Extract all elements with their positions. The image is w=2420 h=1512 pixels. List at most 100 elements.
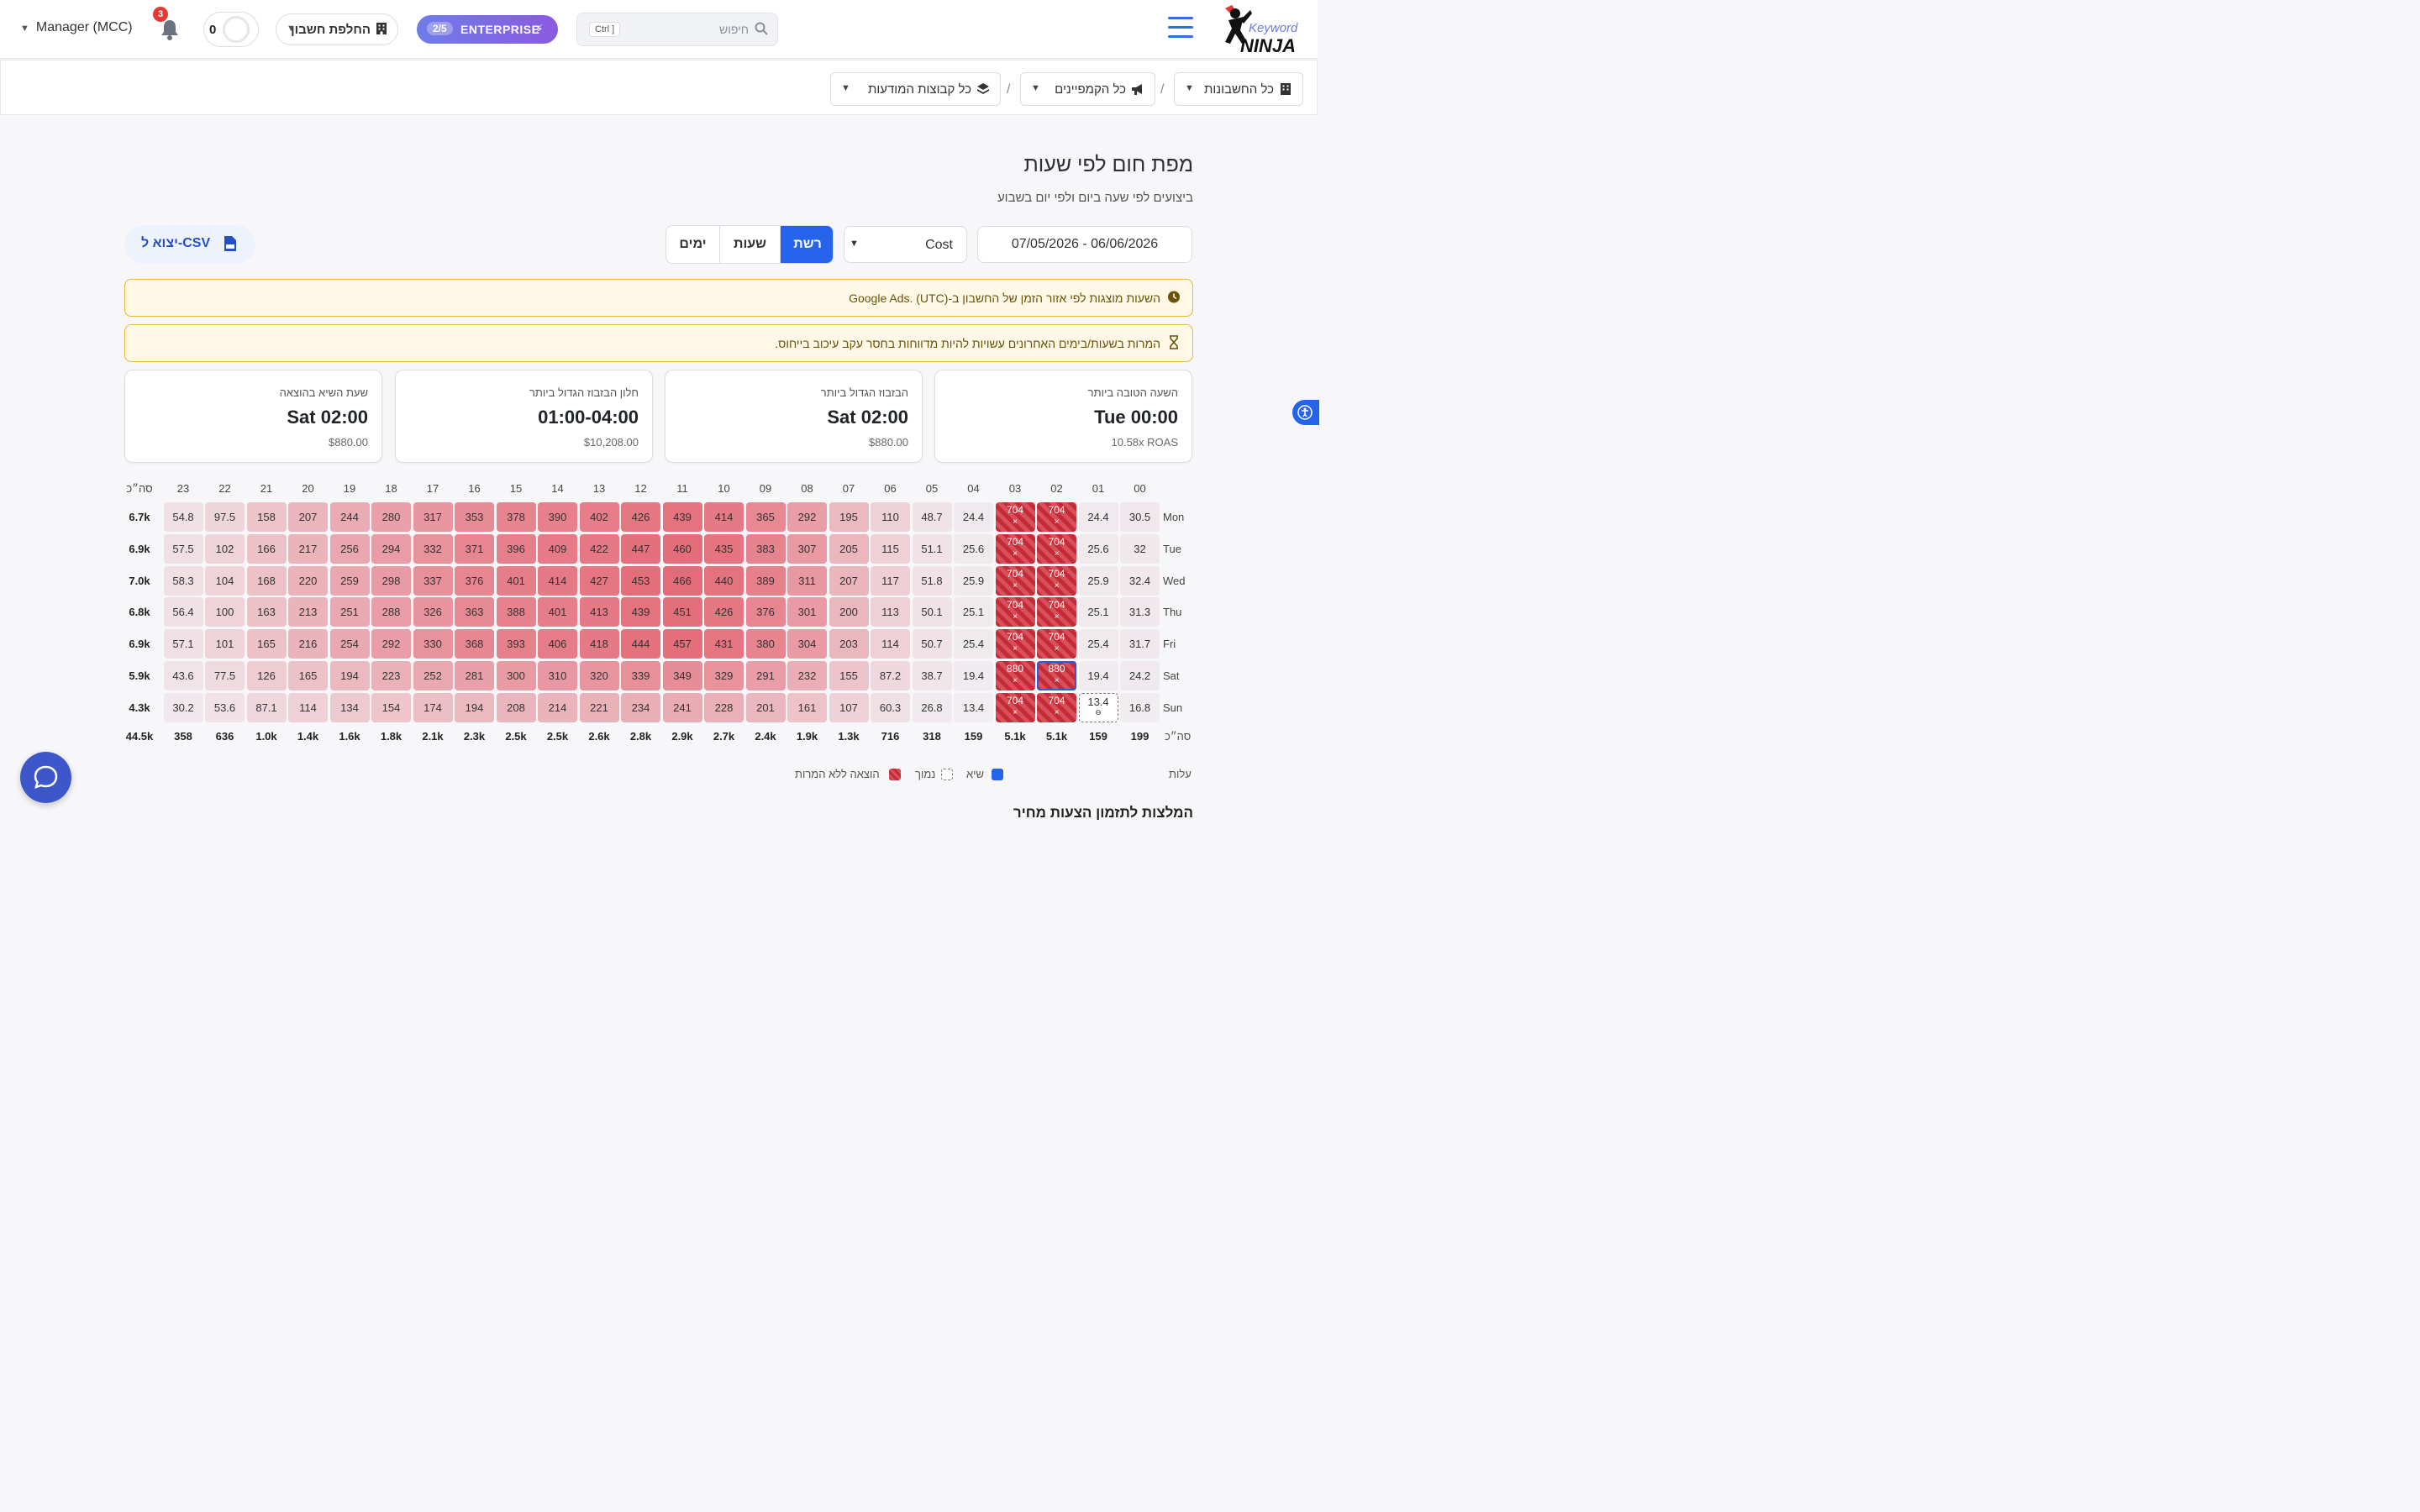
switch-account-button[interactable]: החלפת חשבון ▼ <box>276 13 398 45</box>
heatmap-cell[interactable]: 194 <box>329 661 370 690</box>
heatmap-cell[interactable]: 457 <box>662 629 702 659</box>
heatmap-cell[interactable]: 444 <box>621 629 660 659</box>
heatmap-cell[interactable]: 56.4 <box>163 597 203 627</box>
heatmap-cell[interactable]: 704 × <box>1037 629 1076 659</box>
heatmap-cell[interactable]: 244 <box>329 502 370 532</box>
progress-counter[interactable]: 0 <box>203 12 259 47</box>
heatmap-cell[interactable]: 25.9 <box>954 565 993 596</box>
view-hours-tab[interactable]: שעות <box>720 226 781 263</box>
heatmap-cell[interactable]: 24.4 <box>954 502 993 532</box>
heatmap-cell[interactable]: 114 <box>288 692 328 722</box>
heatmap-cell[interactable]: 365 <box>745 502 786 532</box>
heatmap-cell[interactable]: 393 <box>496 629 536 659</box>
heatmap-cell[interactable]: 317 <box>413 502 453 532</box>
heatmap-cell[interactable]: 402 <box>579 502 619 532</box>
heatmap-cell[interactable]: 353 <box>455 502 494 532</box>
heatmap-cell[interactable]: 376 <box>745 597 786 627</box>
heatmap-cell[interactable]: 25.1 <box>1078 597 1118 627</box>
heatmap-cell[interactable]: 337 <box>413 565 453 596</box>
heatmap-cell[interactable]: 25.6 <box>1078 533 1118 564</box>
heatmap-cell[interactable]: 97.5 <box>205 502 245 532</box>
heatmap-cell[interactable]: 401 <box>538 597 577 627</box>
heatmap-cell[interactable]: 704 × <box>995 502 1035 532</box>
heatmap-cell[interactable]: 87.2 <box>871 661 910 690</box>
export-csv-button[interactable]: יצוא ל-CSV <box>124 225 255 264</box>
heatmap-cell[interactable]: 311 <box>787 565 827 596</box>
heatmap-cell[interactable]: 378 <box>496 502 536 532</box>
heatmap-cell[interactable]: 161 <box>787 692 827 722</box>
heatmap-cell[interactable]: 25.1 <box>954 597 993 627</box>
heatmap-cell[interactable]: 704 × <box>995 533 1035 564</box>
heatmap-cell[interactable]: 203 <box>829 629 869 659</box>
heatmap-cell[interactable]: 440 <box>704 565 744 596</box>
heatmap-cell[interactable]: 298 <box>371 565 411 596</box>
heatmap-cell[interactable]: 51.1 <box>912 533 952 564</box>
date-range-picker[interactable]: 07/05/2026 - 06/06/2026 <box>977 226 1192 263</box>
menu-icon[interactable] <box>1168 17 1193 40</box>
heatmap-cell[interactable]: 439 <box>662 502 702 532</box>
heatmap-cell[interactable]: 126 <box>246 661 287 690</box>
heatmap-cell[interactable]: 163 <box>246 597 287 627</box>
heatmap-cell[interactable]: 368 <box>455 629 494 659</box>
heatmap-cell[interactable]: 201 <box>745 692 786 722</box>
heatmap-cell[interactable]: 426 <box>704 597 744 627</box>
heatmap-cell[interactable]: 332 <box>413 533 453 564</box>
heatmap-cell[interactable]: 77.5 <box>205 661 245 690</box>
heatmap-cell[interactable]: 427 <box>579 565 619 596</box>
heatmap-cell[interactable]: 155 <box>829 661 869 690</box>
heatmap-cell[interactable]: 704 × <box>995 597 1035 627</box>
heatmap-cell[interactable]: 228 <box>704 692 744 722</box>
heatmap-cell[interactable]: 165 <box>246 629 287 659</box>
heatmap-cell[interactable]: 101 <box>205 629 245 659</box>
heatmap-cell[interactable]: 234 <box>621 692 660 722</box>
heatmap-cell[interactable]: 57.5 <box>163 533 203 564</box>
heatmap-cell[interactable]: 32 <box>1120 533 1160 564</box>
heatmap-cell[interactable]: 115 <box>871 533 910 564</box>
heatmap-cell[interactable]: 60.3 <box>871 692 910 722</box>
heatmap-cell[interactable]: 422 <box>579 533 619 564</box>
heatmap-cell[interactable]: 292 <box>371 629 411 659</box>
plan-badge-button[interactable]: 2/5 ENTERPRISE ⚡ <box>417 15 558 44</box>
heatmap-cell[interactable]: 439 <box>621 597 660 627</box>
heatmap-cell[interactable]: 100 <box>205 597 245 627</box>
heatmap-cell[interactable]: 102 <box>205 533 245 564</box>
heatmap-cell[interactable]: 704 × <box>1037 565 1076 596</box>
heatmap-cell[interactable]: 87.1 <box>246 692 287 722</box>
notifications-button[interactable]: 3 <box>153 7 180 40</box>
heatmap-cell[interactable]: 259 <box>329 565 370 596</box>
heatmap-cell[interactable]: 304 <box>787 629 827 659</box>
heatmap-cell[interactable]: 301 <box>787 597 827 627</box>
heatmap-cell[interactable]: 13.4 <box>954 692 993 722</box>
heatmap-cell[interactable]: 704 × <box>995 565 1035 596</box>
heatmap-cell[interactable]: 32.4 <box>1120 565 1160 596</box>
heatmap-cell[interactable]: 414 <box>704 502 744 532</box>
heatmap-cell[interactable]: 447 <box>621 533 660 564</box>
heatmap-cell[interactable]: 294 <box>371 533 411 564</box>
heatmap-cell[interactable]: 194 <box>455 692 494 722</box>
heatmap-cell[interactable]: 53.6 <box>205 692 245 722</box>
heatmap-cell[interactable]: 460 <box>662 533 702 564</box>
adgroups-filter[interactable]: כל קבוצות המודעות ▼ <box>830 72 1001 106</box>
heatmap-cell[interactable]: 704 × <box>1037 597 1076 627</box>
accessibility-button[interactable] <box>1292 400 1319 425</box>
heatmap-cell[interactable]: 401 <box>496 565 536 596</box>
heatmap-cell[interactable]: 117 <box>871 565 910 596</box>
heatmap-cell[interactable]: 50.1 <box>912 597 952 627</box>
metric-select[interactable]: Cost ▼ <box>844 226 967 263</box>
heatmap-cell[interactable]: 389 <box>745 565 786 596</box>
heatmap-cell[interactable]: 281 <box>455 661 494 690</box>
heatmap-cell[interactable]: 704 × <box>995 692 1035 722</box>
heatmap-cell[interactable]: 208 <box>496 692 536 722</box>
heatmap-cell[interactable]: 704 × <box>995 629 1035 659</box>
heatmap-cell[interactable]: 51.8 <box>912 565 952 596</box>
heatmap-cell[interactable]: 26.8 <box>912 692 952 722</box>
heatmap-cell[interactable]: 216 <box>288 629 328 659</box>
view-days-tab[interactable]: ימים <box>666 226 720 263</box>
heatmap-cell[interactable]: 349 <box>662 661 702 690</box>
heatmap-cell[interactable]: 114 <box>871 629 910 659</box>
heatmap-cell[interactable]: 320 <box>579 661 619 690</box>
heatmap-cell[interactable]: 158 <box>246 502 287 532</box>
heatmap-cell[interactable]: 880 × <box>1037 661 1076 690</box>
heatmap-cell[interactable]: 288 <box>371 597 411 627</box>
heatmap-cell[interactable]: 174 <box>413 692 453 722</box>
